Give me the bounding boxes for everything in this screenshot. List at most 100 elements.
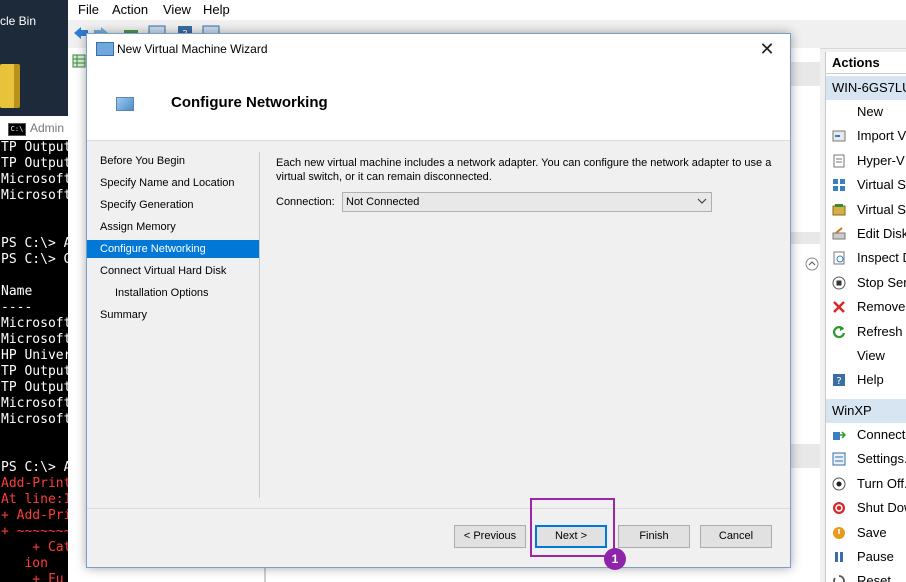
shutdown-icon: [833, 502, 845, 515]
page-title: Configure Networking: [171, 94, 328, 111]
action-label: Stop Serv: [857, 274, 906, 290]
action-refresh[interactable]: Refresh: [826, 320, 906, 344]
action-label: Virtual SA: [857, 201, 906, 217]
console-line: PS C:\> A: [1, 460, 68, 475]
console-icon: C:\: [8, 123, 26, 136]
action-label: Save: [857, 524, 887, 540]
turn-off-icon: [832, 477, 846, 491]
connection-dropdown[interactable]: Not Connected: [342, 192, 712, 212]
powershell-titlebar[interactable]: C:\ Admin: [0, 116, 68, 141]
zip-folder-icon[interactable]: [0, 64, 20, 108]
action-connect[interactable]: Connect.: [826, 423, 906, 447]
console-line: HP Univer: [1, 348, 68, 363]
action-label: Import Vi: [857, 128, 906, 144]
actions-group-vm[interactable]: WinXP: [826, 399, 906, 423]
finish-button[interactable]: Finish: [618, 525, 690, 548]
action-inspect-d[interactable]: Inspect D: [826, 246, 906, 270]
connection-label: Connection:: [276, 196, 335, 208]
reset-icon: [833, 575, 845, 582]
action-label: Settings..: [857, 451, 906, 467]
details-header-strip: [788, 444, 820, 468]
switch-icon: [833, 179, 845, 192]
action-label: Turn Off.: [857, 475, 906, 491]
cancel-button[interactable]: Cancel: [700, 525, 772, 548]
action-label: Hyper-V S: [857, 152, 906, 168]
action-virtual-sa[interactable]: Virtual SA: [826, 198, 906, 222]
wizard-step-assign-memory[interactable]: Assign Memory: [87, 218, 259, 236]
action-label: New: [857, 104, 884, 119]
action-view[interactable]: View: [826, 344, 906, 368]
step-badge: 1: [604, 548, 626, 570]
pane-splitter[interactable]: [788, 232, 820, 244]
menu-view[interactable]: View: [163, 2, 191, 17]
wizard-step-installation-options[interactable]: Installation Options: [87, 284, 259, 302]
action-shut-dow[interactable]: Shut Dow: [826, 496, 906, 520]
footer-divider: [87, 508, 790, 509]
action-stop-serv[interactable]: Stop Serv: [826, 271, 906, 295]
console-line: PS C:\> A: [1, 236, 68, 251]
console-line: PS C:\> G: [1, 252, 68, 267]
console-line: TP Output: [1, 140, 68, 155]
actions-group-host[interactable]: WIN-6GS7LUC: [826, 76, 906, 100]
console-line: + Cat: [1, 540, 68, 555]
action-label: Help: [857, 372, 884, 388]
menu-action[interactable]: Action: [112, 2, 148, 17]
action-hyper-v-s[interactable]: Hyper-V S: [826, 149, 906, 173]
console-line: Microsoft: [1, 172, 68, 187]
wizard-step-specify-name-and-location[interactable]: Specify Name and Location: [87, 174, 259, 192]
action-import-vi[interactable]: Import Vi: [826, 124, 906, 148]
console-line: + Add-Pri: [1, 508, 68, 523]
action-turn-off[interactable]: Turn Off.: [826, 472, 906, 496]
wizard-step-specify-generation[interactable]: Specify Generation: [87, 196, 259, 214]
action-remove-s[interactable]: Remove S: [826, 295, 906, 319]
wizard-header: Configure Networking: [87, 64, 790, 141]
save-icon: [833, 526, 845, 539]
wizard-step-before-you-begin[interactable]: Before You Begin: [87, 152, 259, 170]
action-label: View: [857, 348, 885, 363]
nav-divider: [259, 152, 260, 498]
san-icon: [832, 203, 846, 216]
console-line: Microsoft: [1, 396, 68, 411]
wizard-steps-nav: Before You Begin Specify Name and Locatio…: [87, 141, 259, 499]
action-label: Refresh: [857, 323, 903, 339]
action-label: Virtual Sw: [857, 177, 906, 193]
action-settings[interactable]: Settings..: [826, 447, 906, 471]
action-label: Reset: [857, 573, 891, 582]
virtual-machine-icon: [96, 42, 114, 56]
stop-icon: [832, 276, 846, 290]
next-button[interactable]: Next >: [535, 525, 607, 548]
action-label: Edit Disk.: [857, 226, 906, 241]
wizard-step-configure-networking[interactable]: Configure Networking: [87, 240, 259, 258]
action-label: Remove S: [857, 299, 906, 315]
action-help[interactable]: ? Help: [826, 368, 906, 392]
network-adapter-icon: [116, 97, 134, 111]
connection-value: Not Connected: [346, 196, 420, 208]
powershell-console[interactable]: TP Output TP Output Microsoft Microsoft PS C…: [0, 140, 68, 582]
action-new[interactable]: New: [826, 100, 906, 124]
actions-header: Actions: [826, 52, 906, 74]
action-save[interactable]: Save: [826, 521, 906, 545]
action-virtual-sw[interactable]: Virtual Sw: [826, 173, 906, 197]
console-line: TP Output: [1, 156, 68, 171]
edit-disk-icon: [832, 227, 846, 240]
action-pause[interactable]: Pause: [826, 545, 906, 569]
wizard-titlebar[interactable]: New Virtual Machine Wizard ✕: [87, 34, 790, 64]
previous-button[interactable]: < Previous: [454, 525, 526, 548]
action-label: Pause: [857, 549, 894, 564]
console-line: Add-Print: [1, 476, 68, 491]
close-icon[interactable]: ✕: [755, 38, 779, 60]
settings-doc-icon: [833, 154, 845, 168]
menu-file[interactable]: File: [78, 2, 99, 17]
new-vm-wizard-dialog: New Virtual Machine Wizard ✕ Configure N…: [86, 33, 791, 568]
wizard-step-summary[interactable]: Summary: [87, 306, 259, 324]
action-edit-disk[interactable]: Edit Disk.: [826, 222, 906, 246]
desktop: cle Bin: [0, 0, 68, 120]
collapse-chevron-icon[interactable]: [805, 257, 819, 271]
menu-help[interactable]: Help: [203, 2, 230, 17]
console-line: At line:1: [1, 492, 68, 507]
grid-icon: [72, 54, 86, 68]
action-reset[interactable]: Reset: [826, 569, 906, 582]
wizard-step-connect-virtual-hard-disk[interactable]: Connect Virtual Hard Disk: [87, 262, 259, 280]
console-line: ----: [1, 300, 33, 315]
help-icon: ?: [833, 374, 845, 387]
